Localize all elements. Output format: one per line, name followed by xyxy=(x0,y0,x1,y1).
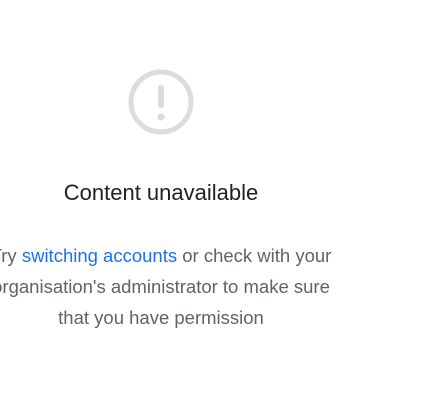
message-prefix: Try xyxy=(0,245,17,266)
content-unavailable-page: Content unavailable Try switching accoun… xyxy=(0,0,428,400)
message-line-3: that you have permission xyxy=(58,307,264,328)
message-suffix: or check with your xyxy=(177,245,332,266)
permission-message: Try switching accounts or check with you… xyxy=(0,240,428,333)
message-line-1: Try switching accounts or check with you… xyxy=(0,240,428,271)
message-line-2: organisation's administrator to make sur… xyxy=(0,276,330,297)
exclamation-circle-icon xyxy=(127,68,195,136)
switch-accounts-link[interactable]: switching accounts xyxy=(22,245,177,266)
page-title: Content unavailable xyxy=(63,180,259,205)
